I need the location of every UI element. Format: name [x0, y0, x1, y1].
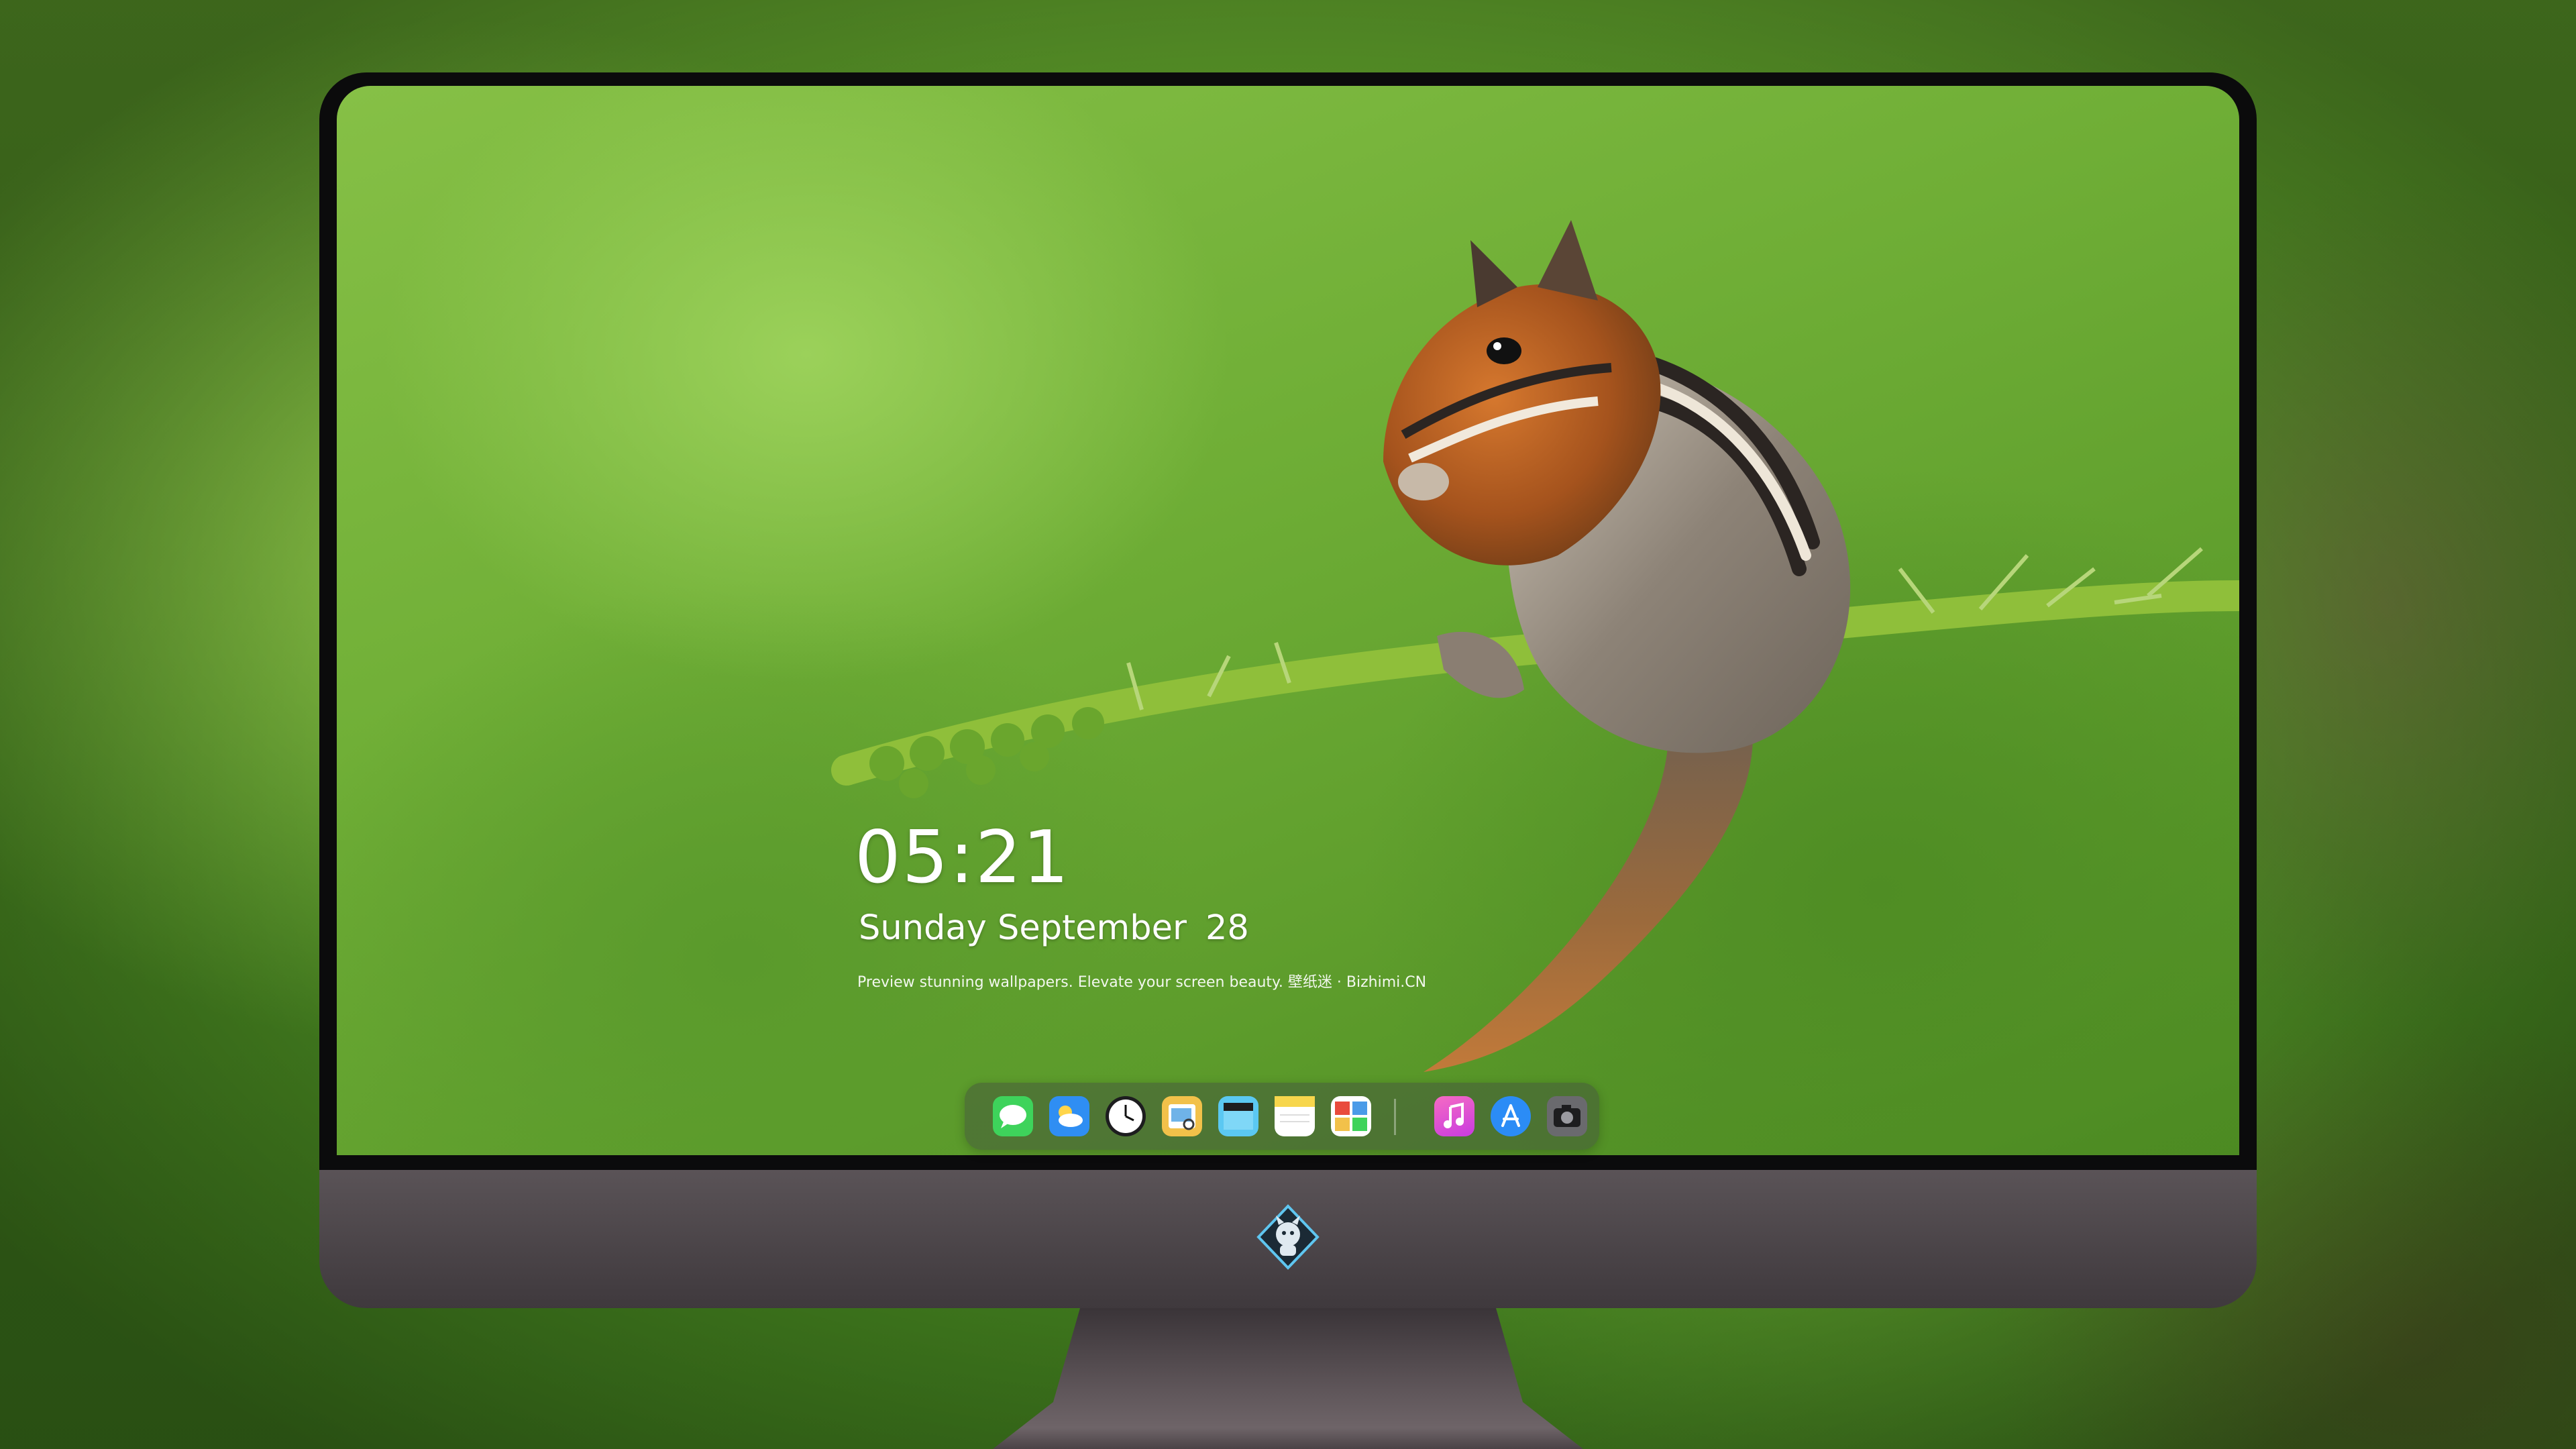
lock-date-day: 28 [1205, 908, 1249, 948]
clock-icon[interactable] [1106, 1096, 1146, 1136]
wallpaper-chipmunk [831, 220, 2239, 1072]
brand-logo [1254, 1203, 1322, 1271]
dock-separator [1394, 1099, 1396, 1135]
dock [965, 1083, 1599, 1150]
preview-icon[interactable] [1162, 1096, 1202, 1136]
weather-icon[interactable] [1049, 1096, 1089, 1136]
music-icon[interactable] [1434, 1096, 1474, 1136]
photo-booth-icon[interactable] [1331, 1096, 1371, 1136]
lock-tagline: Preview stunning wallpapers. Elevate you… [857, 974, 1427, 991]
clips-icon[interactable] [1218, 1096, 1258, 1136]
messages-icon[interactable] [993, 1096, 1033, 1136]
lock-date-weekday-month: Sunday September [859, 908, 1187, 948]
notes-icon[interactable] [1275, 1096, 1315, 1136]
lock-date: Sunday September 28 [859, 908, 1249, 948]
lock-clock-time: 05:21 [855, 816, 1071, 900]
monitor-stand [993, 1308, 1583, 1449]
app-store-icon[interactable] [1491, 1096, 1531, 1136]
lock-screen: 05:21 Sunday September 28 Preview stunnin… [337, 86, 2239, 1155]
camera-icon[interactable] [1547, 1096, 1587, 1136]
